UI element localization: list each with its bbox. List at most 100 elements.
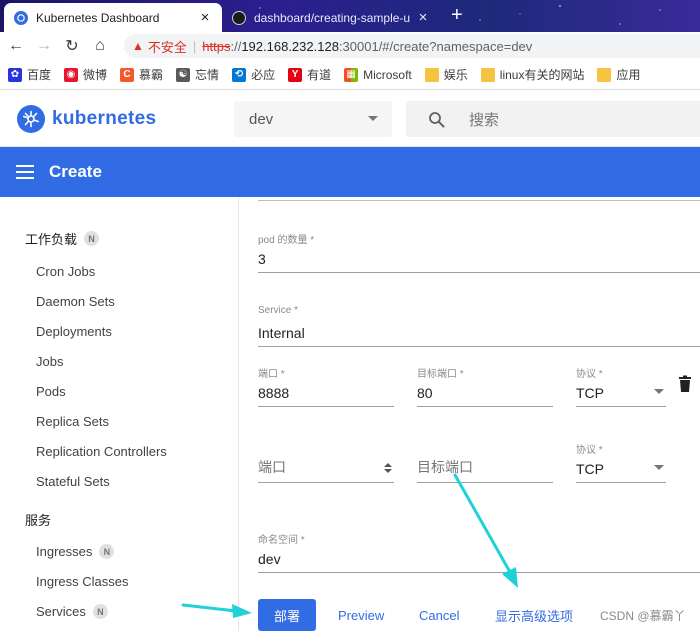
deploy-button[interactable]: 部署 (258, 599, 316, 631)
bookmark-wangqing[interactable]: ☯ 忘情 (176, 66, 219, 83)
tab-close-icon[interactable]: × (416, 10, 430, 25)
url-scheme: https (202, 38, 231, 54)
bookmark-weibo[interactable]: ◉ 微博 (64, 66, 107, 83)
bookmark-microsoft[interactable]: ▦ Microsoft (344, 67, 412, 82)
protocol-select[interactable]: 协议 * TCP (576, 365, 666, 407)
sidebar-item-jobs[interactable]: Jobs (36, 354, 63, 369)
sidebar-section-label: 服务 (25, 513, 52, 528)
tab-close-icon[interactable]: × (198, 10, 212, 25)
sidebar-item-replication-controllers[interactable]: Replication Controllers (36, 444, 167, 459)
app-header: kubernetes dev 搜索 (0, 91, 700, 147)
show-advanced-options-button[interactable]: 显示高级选项 (495, 599, 573, 631)
home-button[interactable]: ⌂ (86, 32, 114, 60)
bookmark-folder-entertainment[interactable]: 娱乐 (424, 66, 468, 83)
field-value: TCP (576, 385, 604, 401)
port-field[interactable]: 端口 * 8888 (258, 365, 394, 407)
yin-yang-icon: ☯ (176, 67, 191, 82)
sidebar-item-deployments[interactable]: Deployments (36, 324, 112, 339)
github-favicon-icon (232, 10, 246, 25)
browser-tab-github[interactable]: dashboard/creating-sample-u × (222, 3, 440, 32)
field-value: TCP (576, 461, 604, 477)
baidu-icon: ✿ (8, 67, 22, 82)
chevron-down-icon (368, 116, 378, 121)
screenshot-root: Kubernetes Dashboard × dashboard/creatin… (0, 0, 700, 631)
sidebar-item-pods[interactable]: Pods (36, 384, 66, 399)
sidebar-section-services[interactable]: 服务 (25, 510, 51, 529)
port-field-empty[interactable]: 端口 (258, 441, 394, 483)
folder-icon (597, 67, 612, 82)
field-value: 80 (417, 385, 433, 401)
cancel-button[interactable]: Cancel (419, 599, 459, 631)
sidebar-item-stateful-sets[interactable]: Stateful Sets (36, 474, 110, 489)
preview-button[interactable]: Preview (338, 599, 384, 631)
field-label: 端口 * (258, 369, 285, 380)
page-toolbar: Create (0, 147, 700, 197)
tab-title: dashboard/creating-sample-u (254, 10, 411, 25)
warning-icon: ▲ (132, 39, 144, 53)
back-button[interactable]: ← (2, 32, 30, 60)
previous-field-underline (258, 197, 700, 201)
sidebar-item-ingresses[interactable]: Ingresses N (36, 544, 115, 559)
field-value: 3 (258, 251, 266, 267)
sidebar-section-workloads[interactable]: 工作负载 N (25, 229, 100, 248)
menu-icon[interactable] (16, 165, 34, 179)
target-port-field-empty[interactable]: 目标端口 (417, 441, 553, 483)
bookmark-youdao[interactable]: Y 有道 (288, 66, 331, 83)
bookmark-baidu[interactable]: ✿ 百度 (8, 66, 51, 83)
sidebar-item-daemon-sets[interactable]: Daemon Sets (36, 294, 115, 309)
sidebar-item-ingress-classes[interactable]: Ingress Classes (36, 574, 128, 589)
protocol-select-empty-row[interactable]: 协议 * TCP (576, 441, 666, 483)
sidebar-item-cron-jobs[interactable]: Cron Jobs (36, 264, 95, 279)
reload-button[interactable]: ↻ (58, 32, 86, 60)
url-path: :30001/#/create?namespace=dev (338, 38, 533, 54)
sidebar-item-label: Jobs (36, 354, 64, 369)
sidebar-item-label: Stateful Sets (36, 474, 110, 489)
forward-button[interactable]: → (30, 32, 58, 60)
field-placeholder: 目标端口 (417, 459, 473, 475)
namespace-value: dev (249, 110, 274, 128)
bookmark-label: 有道 (307, 68, 332, 82)
browser-tab-dashboard[interactable]: Kubernetes Dashboard × (4, 3, 222, 32)
number-stepper-icon[interactable] (383, 463, 392, 475)
bookmark-folder-linux[interactable]: linux有关的网站 (480, 66, 585, 83)
sidebar-item-label: Ingresses (36, 544, 93, 559)
youdao-icon: Y (288, 67, 303, 82)
url-host: 192.168.232.128 (241, 38, 339, 54)
sidebar-item-label: Pods (36, 384, 66, 399)
field-label: 协议 * (576, 445, 603, 456)
sidebar-item-label: Cron Jobs (36, 264, 96, 279)
field-value: 8888 (258, 385, 290, 401)
search-icon (429, 111, 445, 127)
namespace-select[interactable]: dev (234, 101, 392, 137)
bookmark-label: 微博 (83, 68, 108, 82)
sidebar-item-services[interactable]: Services N (36, 604, 108, 619)
bookmark-label: linux有关的网站 (499, 68, 585, 82)
sidebar: 工作负载 N Cron Jobs Daemon Sets Deployments… (0, 197, 239, 631)
delete-icon[interactable] (676, 375, 694, 393)
address-separator: | (192, 38, 197, 54)
folder-icon (480, 67, 495, 82)
bookmark-bing[interactable]: ⟲ 必应 (232, 66, 275, 83)
search-input[interactable]: 搜索 (406, 101, 700, 137)
service-type-select[interactable]: Service * Internal (258, 305, 700, 347)
weibo-icon: ◉ (64, 67, 79, 82)
chevron-down-icon (654, 389, 664, 394)
target-port-field[interactable]: 目标端口 * 80 (417, 365, 553, 407)
pod-count-field[interactable]: pod 的数量 * 3 (258, 231, 700, 273)
new-tab-button[interactable]: + (451, 5, 463, 25)
field-label: pod 的数量 * (258, 235, 315, 246)
namespace-field[interactable]: 命名空间 * dev (258, 531, 700, 573)
bookmark-label: 百度 (27, 68, 52, 82)
bookmark-label: 应用 (616, 68, 641, 82)
sidebar-item-label: Replication Controllers (36, 444, 167, 459)
address-bar[interactable]: ▲ 不安全 | https://192.168.232.128:30001/#/… (124, 34, 700, 58)
sidebar-item-label: Daemon Sets (36, 294, 115, 309)
sidebar-item-replica-sets[interactable]: Replica Sets (36, 414, 109, 429)
brand-title[interactable]: kubernetes (52, 108, 156, 130)
bookmark-folder-apps[interactable]: 应用 (597, 66, 641, 83)
address-row: ← → ↻ ⌂ ▲ 不安全 | https://192.168.232.128:… (0, 32, 700, 60)
kubernetes-logo-icon[interactable] (17, 105, 45, 133)
url-scheme-separator: :// (230, 38, 242, 54)
bookmark-csdn[interactable]: C 慕霸 (120, 66, 163, 83)
field-placeholder: 端口 (258, 459, 286, 475)
